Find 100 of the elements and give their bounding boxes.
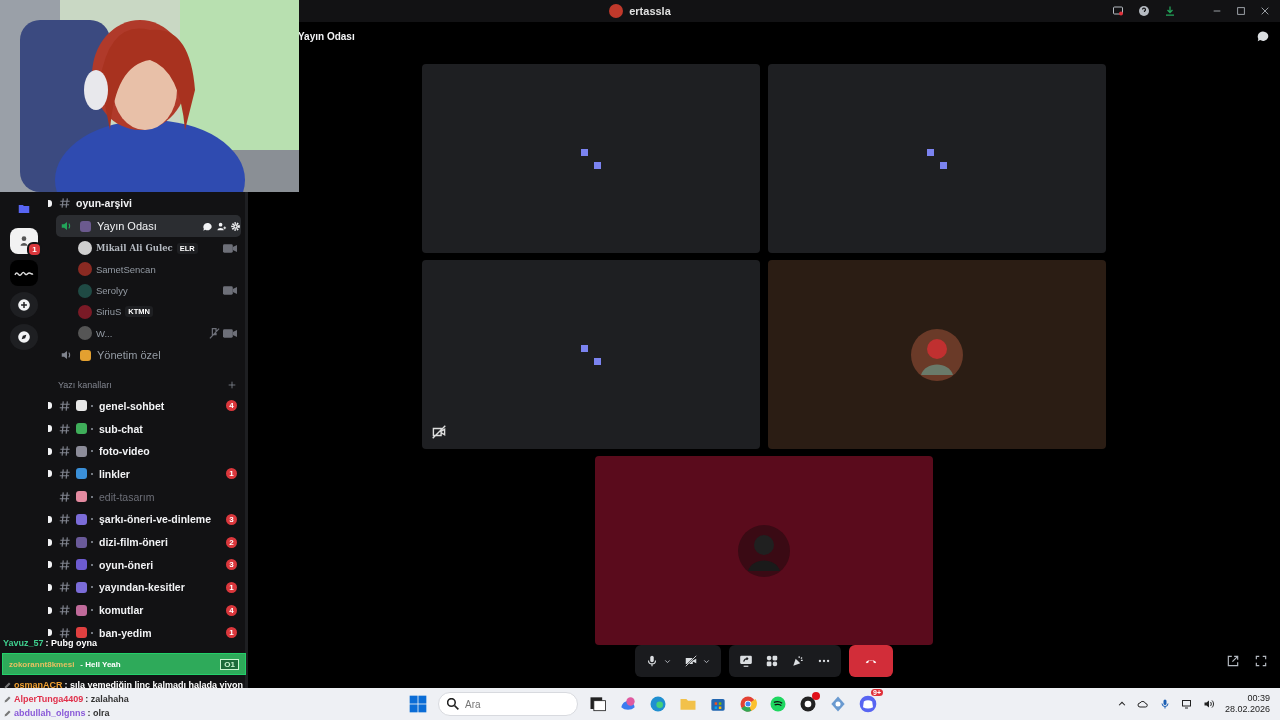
chat-icon (202, 220, 213, 232)
hashtag-icon (58, 196, 72, 211)
video-tile[interactable] (595, 456, 933, 645)
chat-username: Yavuz_57 (3, 638, 44, 648)
screen-icon[interactable] (1112, 5, 1124, 17)
hashtag-icon (58, 421, 72, 436)
channel-name[interactable]: ban-yedim (99, 626, 152, 639)
hashtag-icon (58, 489, 72, 504)
volume-icon[interactable] (1202, 698, 1215, 710)
video-tile[interactable] (422, 64, 760, 253)
chat-message: : olra (87, 708, 110, 718)
settings-icon (230, 220, 241, 232)
windows-icon[interactable] (408, 694, 428, 714)
avatar (609, 4, 624, 18)
hashtag-icon (58, 466, 72, 481)
member-name[interactable]: W... (96, 327, 113, 339)
chat-username: AlperTunga4409 (14, 694, 84, 704)
channel-name[interactable]: dizi-film-öneri (99, 536, 168, 548)
folder-icon (17, 202, 31, 216)
chat-icon[interactable] (1256, 29, 1270, 43)
video-tile[interactable] (768, 260, 1106, 449)
search-icon (447, 698, 459, 710)
unread-count: 1 (226, 468, 237, 480)
member-name[interactable]: Serolyy (96, 285, 128, 297)
hashtag-icon (58, 444, 72, 459)
hashtag-icon (58, 398, 72, 413)
scribble-icon (14, 269, 34, 277)
hashtag-icon (58, 512, 72, 527)
chat-username: osmanACR (14, 680, 63, 690)
channel-name[interactable]: linkler (99, 467, 130, 480)
add-user-icon (216, 220, 227, 232)
chat-message: : Pubg oyna (45, 638, 98, 648)
chat-username: zokorannt8kmesi (9, 659, 75, 669)
chat-message: : sıla yemediğin linç kalmadı halada yiyon (64, 680, 244, 690)
pop-out-icon[interactable] (1226, 654, 1240, 668)
maximize-icon[interactable] (1236, 6, 1246, 16)
unread-count: 2 (226, 536, 237, 548)
chevron-icon[interactable] (1116, 699, 1127, 709)
search-field[interactable]: Ara (438, 692, 578, 716)
notification-badge: 1 (27, 242, 42, 257)
hashtag-icon (58, 580, 72, 595)
screen-share-icon (739, 654, 753, 668)
microphone-icon[interactable] (1158, 698, 1171, 710)
counter: O1 (220, 658, 239, 670)
hashtag-icon (58, 535, 72, 549)
channel-name[interactable]: sub-chat (99, 422, 143, 435)
download-icon[interactable] (1164, 5, 1176, 17)
member-name[interactable]: SiriuS (96, 306, 122, 318)
channel-name[interactable]: genel-sohbet (99, 399, 165, 412)
avatar (911, 328, 963, 381)
server-icon[interactable] (10, 260, 38, 286)
channel-name[interactable]: foto-video (99, 445, 150, 458)
video-tile[interactable] (768, 64, 1106, 253)
member-name[interactable]: Mikail Ali Gulec (96, 243, 173, 253)
add-server-button[interactable] (10, 292, 38, 318)
taskbar-app-icon[interactable] (798, 694, 818, 714)
plus-icon (17, 298, 31, 312)
video-tile[interactable] (422, 260, 760, 449)
chat-message: - Hell Yeah (80, 659, 121, 669)
help-icon[interactable] (1138, 5, 1150, 17)
taskbar-app-icon[interactable] (588, 694, 608, 714)
channel-name[interactable]: oyun-arşivi (76, 197, 133, 210)
hashtag-icon (58, 557, 72, 572)
channel-name[interactable]: komutlar (99, 604, 144, 617)
chat-message: : zalahaha (85, 694, 129, 704)
category-label[interactable]: Yazı kanalları (58, 379, 112, 390)
hashtag-icon (58, 625, 72, 640)
voice-channel[interactable]: Yönetim özel (56, 343, 241, 367)
channel-name[interactable]: yayından-kesitler (99, 581, 185, 594)
compass-icon (17, 330, 31, 344)
hang-up-button[interactable] (849, 645, 893, 677)
avatar (738, 524, 790, 577)
channel-name[interactable]: oyun-öneri (99, 558, 154, 571)
clock[interactable]: 00:39 28.02.2026 (1224, 693, 1270, 715)
party-horn-icon (791, 654, 805, 668)
discover-button[interactable] (10, 324, 38, 350)
unread-count: 4 (226, 604, 237, 616)
unread-count: 4 (226, 400, 237, 412)
loading-icon (579, 342, 603, 367)
taskbar-app-icon[interactable] (768, 694, 788, 714)
network-icon[interactable] (1180, 698, 1193, 710)
microphone-icon (645, 654, 659, 668)
close-icon[interactable] (1260, 6, 1270, 16)
plus-icon (227, 379, 237, 390)
unread-count: 3 (226, 513, 237, 525)
chat-username: abdullah_olgnns (14, 708, 86, 718)
channel-name[interactable]: edit-tasarım (99, 490, 155, 503)
unread-count: 1 (226, 627, 237, 639)
unread-count: 1 (226, 581, 237, 593)
shapes-icon (765, 654, 779, 668)
hashtag-icon (58, 603, 72, 618)
member-name[interactable]: SametSencan (96, 263, 156, 275)
channel-title: Yayın Odası (298, 30, 355, 42)
voice-channel[interactable]: Yayın Odası (56, 214, 241, 238)
camera-off-icon (684, 654, 698, 668)
cloud-icon[interactable] (1136, 698, 1149, 710)
loading-icon (579, 146, 603, 171)
channel-name[interactable]: şarkı-öneri-ve-dinleme (99, 513, 212, 526)
fullscreen-icon[interactable] (1254, 654, 1268, 668)
unread-count: 3 (226, 559, 237, 571)
